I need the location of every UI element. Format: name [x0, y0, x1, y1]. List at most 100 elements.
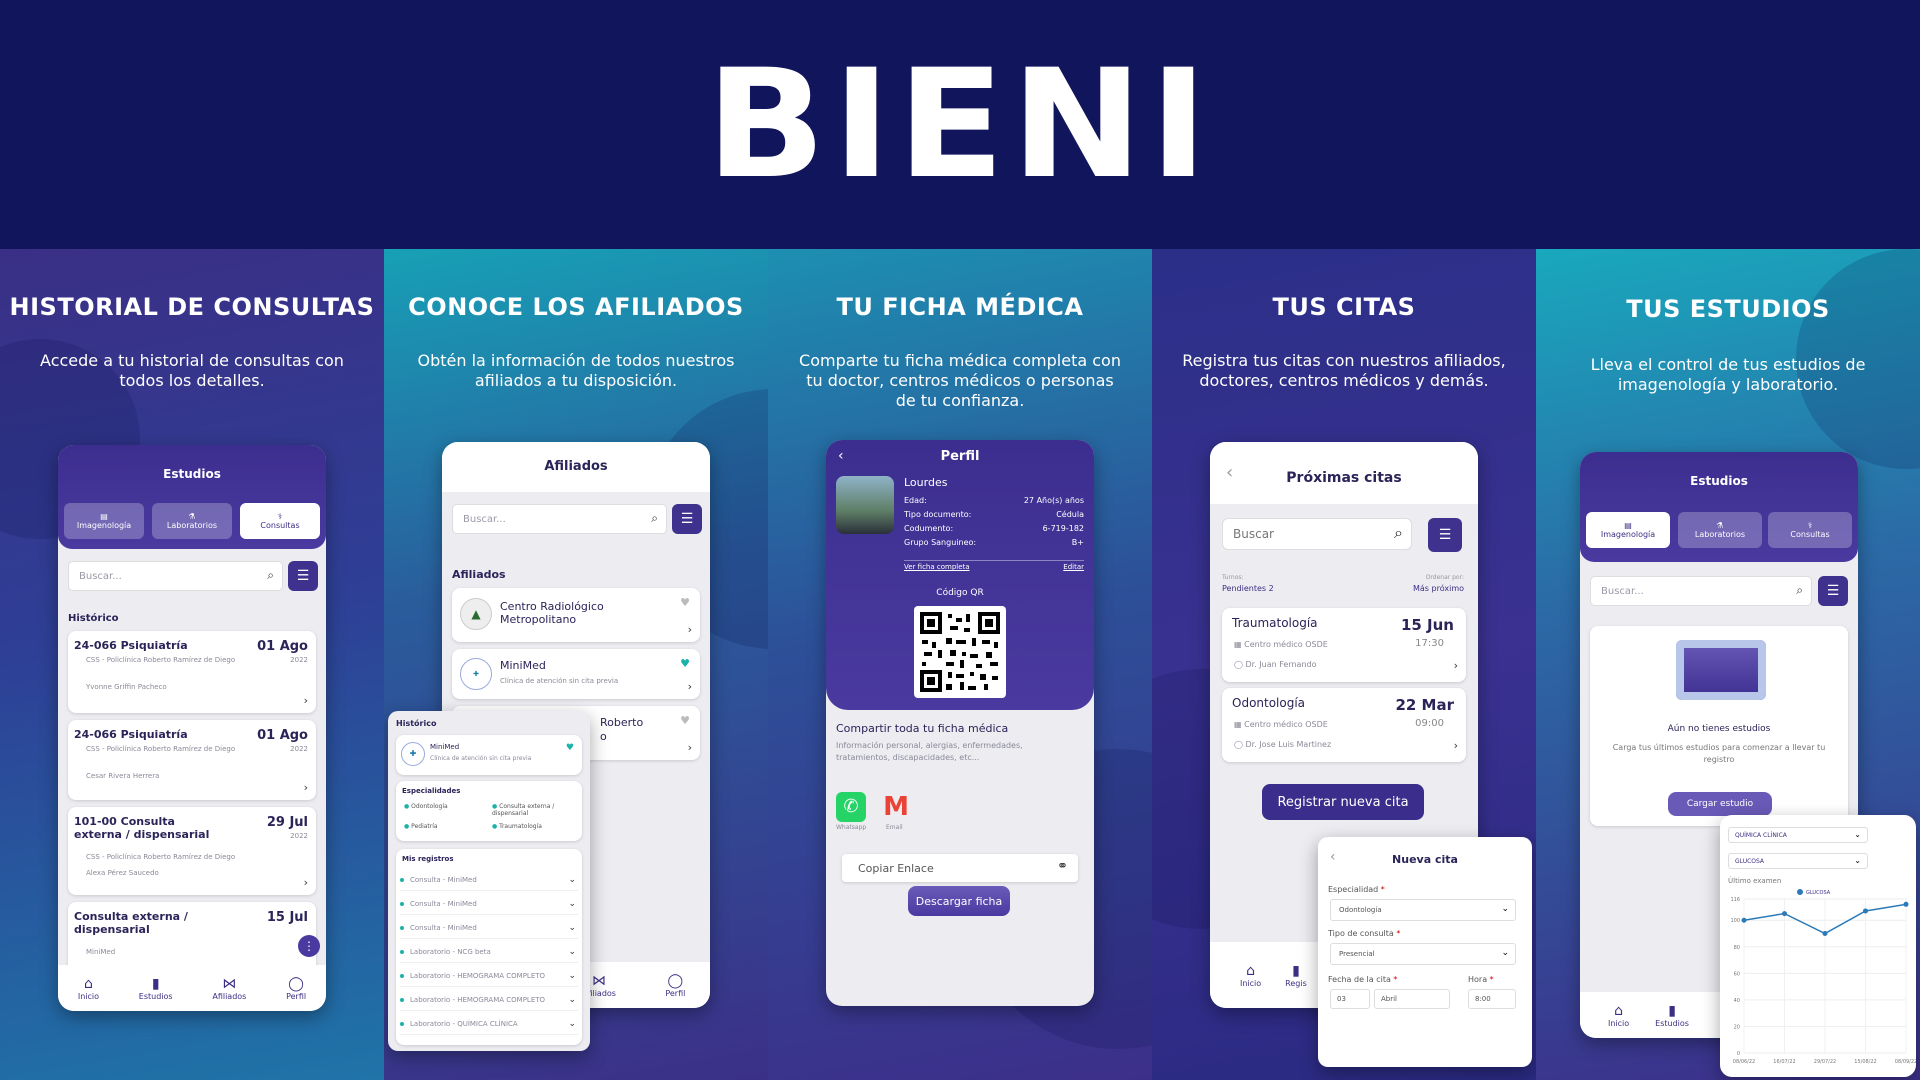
order-label: Ordenar por: [1425, 574, 1464, 581]
sliders-icon: ☰ [680, 511, 694, 527]
record-item[interactable]: Laboratorio - QUÍMICA CLÍNICA ⌄ [400, 1013, 578, 1035]
nav-perfil[interactable]: ◯ Perfil [286, 976, 306, 1001]
search-input[interactable]: Buscar ⌕ [1222, 518, 1412, 550]
item-place: CSS - Policlínica Roberto Ramírez de Die… [86, 853, 236, 861]
specialty-item: ● Odontología [404, 803, 448, 810]
list-item[interactable]: 24-066 Psiquiatría 01 Ago 2022 CSS - Pol… [68, 631, 316, 713]
profile-field: Tipo documento: Cédula [904, 508, 1084, 522]
field-value: B+ [1071, 538, 1084, 547]
search-input[interactable]: Buscar... ⌕ [1590, 576, 1812, 606]
heart-icon[interactable]: ♥ [566, 743, 574, 753]
record-item[interactable]: Laboratorio - HEMOGRAMA COMPLETO ⌄ [400, 989, 578, 1011]
edit-link[interactable]: Editar [1063, 563, 1084, 571]
copy-link-field[interactable]: Copiar Enlace ⚭ [842, 854, 1078, 882]
nav-registro[interactable]: ▮ Regis [1285, 963, 1307, 988]
record-item[interactable]: Laboratorio - NCG beta ⌄ [400, 941, 578, 963]
heart-icon[interactable]: ♥ [680, 657, 690, 670]
overlay-affiliate-card[interactable]: ✚ MiniMed Clínica de atención sin cita p… [396, 735, 582, 775]
heart-icon[interactable]: ♥ [680, 596, 690, 609]
order-value[interactable]: Más próximo [1413, 584, 1464, 593]
list-item[interactable]: Consulta externa / dispensarial 15 Jul M… [68, 902, 316, 972]
tab-label: Consultas [260, 521, 300, 530]
specialty-select[interactable]: Odontología ⌄ [1330, 899, 1516, 921]
gmail-icon[interactable]: M [880, 792, 912, 822]
screen-title: Perfil [940, 449, 980, 464]
link-icon[interactable]: ⚭ [1057, 859, 1068, 874]
month-select[interactable]: Abril [1374, 989, 1450, 1009]
nav-perfil[interactable]: ◯ Perfil [665, 973, 685, 998]
tab-label: Imagenología [76, 521, 132, 530]
filter-button[interactable]: ☰ [1428, 518, 1462, 552]
legend-label: GLUCOSA [1806, 890, 1831, 896]
nav-inicio[interactable]: ⌂ Inicio [78, 976, 99, 1001]
filter-button[interactable]: ☰ [288, 561, 318, 591]
nav-estudios[interactable]: ▮ Estudios [1655, 1003, 1689, 1028]
field-key: Codumento: [904, 524, 954, 533]
filter-button[interactable]: ☰ [672, 504, 702, 534]
nav-estudios[interactable]: ▮ Estudios [139, 976, 173, 1001]
y-tick-label: 40 [1734, 998, 1740, 1004]
list-item[interactable]: 24-066 Psiquiatría 01 Ago 2022 CSS - Pol… [68, 720, 316, 800]
register-appointment-button[interactable]: Registrar nueva cita [1262, 784, 1424, 820]
tab-imagenologia[interactable]: ▤ Imagenología [64, 503, 144, 539]
appt-doctor-label: Dr. Jose Luis Martinez [1245, 740, 1332, 749]
day-select[interactable]: 03 [1330, 989, 1370, 1009]
whatsapp-icon[interactable]: ✆ [836, 792, 866, 822]
item-place: MiniMed [86, 948, 116, 956]
search-input[interactable]: Buscar... ⌕ [68, 561, 283, 591]
tab-laboratorios[interactable]: ⚗ Laboratorios [1678, 512, 1762, 548]
list-item[interactable]: 101-00 Consulta externa / dispensarial 2… [68, 807, 316, 895]
nav-inicio[interactable]: ⌂ Inicio [1240, 963, 1261, 988]
heart-icon[interactable]: ♥ [680, 714, 690, 727]
data-point [1782, 911, 1787, 917]
chevron-right-icon: › [687, 741, 692, 754]
tab-imagenologia[interactable]: ▤ Imagenología [1586, 512, 1670, 548]
panel-historial: HISTORIAL DE CONSULTAS Accede a tu histo… [0, 249, 384, 1080]
chevron-down-icon: ⌄ [1854, 830, 1861, 839]
panel-afiliados: CONOCE LOS AFILIADOS Obtén la informació… [384, 249, 768, 1080]
category-select[interactable]: QUÍMICA CLÍNICA ⌄ [1728, 827, 1868, 843]
tab-laboratorios[interactable]: ⚗ Laboratorios [152, 503, 232, 539]
item-place: CSS - Policlínica Roberto Ramírez de Die… [86, 745, 236, 753]
x-tick-label: 08/09/22 [1895, 1059, 1916, 1065]
chevron-right-icon: › [687, 680, 692, 693]
list-item[interactable]: ▲ Centro Radiológico Metropolitano ♥ › [452, 588, 700, 642]
chevron-right-icon: › [1453, 739, 1458, 752]
tab-consultas[interactable]: ⚕ Consultas [240, 503, 320, 539]
filter-button[interactable]: ☰ [1818, 576, 1848, 606]
field-key: Grupo Sanguineo: [904, 538, 977, 547]
item-title: MiniMed [500, 659, 546, 672]
more-options-button[interactable]: ⋮ [298, 935, 320, 957]
appointment-card[interactable]: Traumatología 15 Jun 17:30 ▦ Centro médi… [1222, 608, 1466, 682]
tab-label: Consultas [1790, 530, 1830, 539]
overlay-header: Histórico [396, 719, 437, 728]
record-item[interactable]: Consulta - MiniMed ⌄ [400, 893, 578, 915]
list-item[interactable]: ✚ MiniMed Clínica de atención sin cita p… [452, 649, 700, 699]
clipboard-icon: ▮ [151, 975, 160, 992]
appointment-card[interactable]: Odontología 22 Mar 09:00 ▦ Centro médico… [1222, 688, 1466, 762]
appt-doctor: ◯ Dr. Juan Fernando [1234, 660, 1317, 669]
nav-afiliados[interactable]: ⋈ Afiliados [212, 976, 246, 1001]
new-appointment-overlay: ‹ Nueva cita Especialidad * Odontología ⌄… [1318, 837, 1532, 1067]
home-icon: ⌂ [84, 975, 93, 992]
qr-image [920, 612, 1000, 692]
test-select[interactable]: GLUCOSA ⌄ [1728, 853, 1868, 869]
hour-select[interactable]: 8:00 [1468, 989, 1516, 1009]
record-item[interactable]: Laboratorio - HEMOGRAMA COMPLETO ⌄ [400, 965, 578, 987]
search-icon: ⌕ [1394, 523, 1403, 542]
chevron-right-icon: › [303, 876, 308, 889]
upload-study-button[interactable]: Cargar estudio [1668, 792, 1772, 816]
tab-consultas[interactable]: ⚕ Consultas [1768, 512, 1852, 548]
chevron-right-icon: › [687, 623, 692, 636]
item-title: Centro Radiológico Metropolitano [500, 600, 604, 626]
x-tick-label: 29/07/22 [1814, 1059, 1836, 1065]
download-button[interactable]: Descargar ficha [908, 886, 1010, 916]
search-input[interactable]: Buscar... ⌕ [452, 504, 667, 534]
view-full-link[interactable]: Ver ficha completa [904, 563, 970, 571]
record-item[interactable]: Consulta - MiniMed ⌄ [400, 917, 578, 939]
type-select[interactable]: Presencial ⌄ [1330, 943, 1516, 965]
chevron-down-icon: ⌄ [568, 946, 576, 957]
specialties-title: Especialidades [402, 787, 461, 795]
record-item[interactable]: Consulta - MiniMed ⌄ [400, 869, 578, 891]
nav-inicio[interactable]: ⌂ Inicio [1608, 1003, 1629, 1028]
